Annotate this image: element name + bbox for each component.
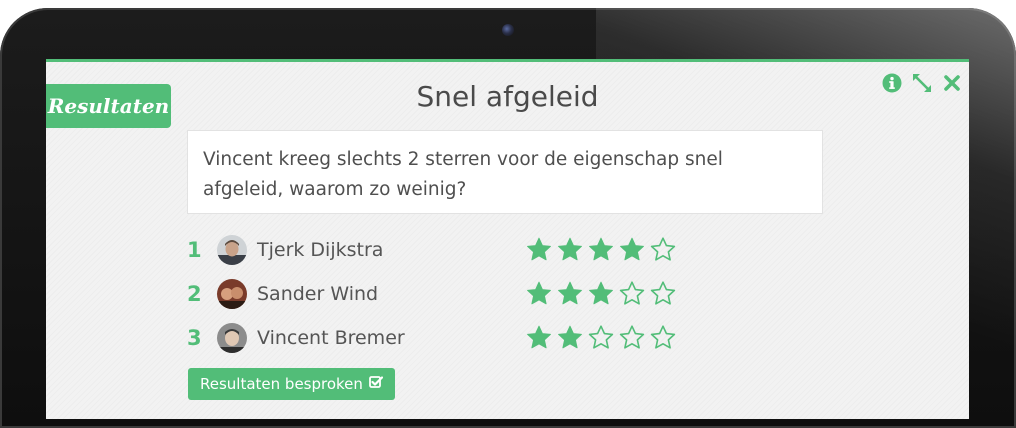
avatar xyxy=(217,279,247,309)
star-rating xyxy=(525,280,677,308)
results-panel: Resultaten Snel afgeleid Vincent kreeg s… xyxy=(46,59,969,419)
star-rating xyxy=(525,236,677,264)
star-empty-icon xyxy=(649,236,677,264)
star-filled-icon xyxy=(556,280,584,308)
question-box: Vincent kreeg slechts 2 sterren voor de … xyxy=(187,130,823,214)
result-row: 3 Vincent Bremer xyxy=(187,316,707,360)
star-filled-icon xyxy=(587,280,615,308)
avatar xyxy=(217,235,247,265)
results-discussed-button[interactable]: Resultaten besproken xyxy=(188,368,395,400)
star-empty-icon xyxy=(587,324,615,352)
avatar xyxy=(217,323,247,353)
rank-number: 2 xyxy=(187,282,202,306)
star-empty-icon xyxy=(649,280,677,308)
star-filled-icon xyxy=(556,324,584,352)
star-filled-icon xyxy=(525,324,553,352)
star-empty-icon xyxy=(618,280,646,308)
person-name: Vincent Bremer xyxy=(257,327,405,349)
panel-title: Snel afgeleid xyxy=(416,80,599,113)
result-row: 1 Tjerk Dijkstra xyxy=(187,228,707,272)
star-rating xyxy=(525,324,677,352)
rank-number: 3 xyxy=(187,326,202,350)
star-empty-icon xyxy=(649,324,677,352)
check-square-icon xyxy=(369,368,384,400)
star-empty-icon xyxy=(618,324,646,352)
camera-icon xyxy=(502,24,514,36)
star-filled-icon xyxy=(556,236,584,264)
star-filled-icon xyxy=(618,236,646,264)
person-name: Tjerk Dijkstra xyxy=(257,239,384,261)
star-filled-icon xyxy=(525,280,553,308)
star-filled-icon xyxy=(525,236,553,264)
star-filled-icon xyxy=(587,236,615,264)
person-name: Sander Wind xyxy=(257,283,379,305)
result-row: 2 Sander Wind xyxy=(187,272,707,316)
rank-number: 1 xyxy=(187,238,202,262)
results-discussed-label: Resultaten besproken xyxy=(200,375,363,393)
results-list: 1 Tjerk Dijkstra 2 Sander Wind 3 Vincent… xyxy=(187,228,707,360)
